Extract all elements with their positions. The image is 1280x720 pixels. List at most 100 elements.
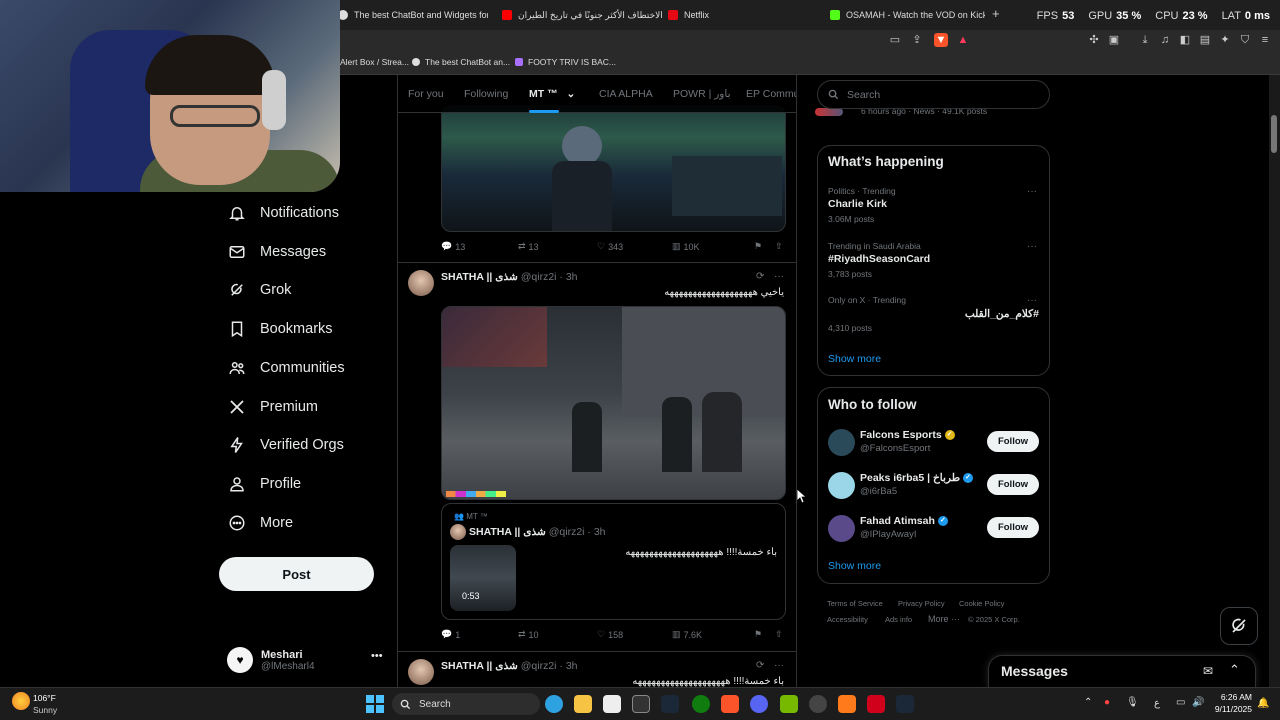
compose-message-icon[interactable]: ✉ — [1203, 664, 1213, 678]
menu-icon[interactable]: ≡ — [1258, 33, 1272, 47]
footer-ads-link[interactable]: Ads info — [885, 615, 912, 624]
new-tab-button[interactable]: + — [992, 6, 1000, 21]
share-icon[interactable]: ⇪ — [910, 33, 924, 47]
browser-tab-chatbot[interactable]: The best ChatBot and Widgets for Ki — [338, 4, 488, 26]
sun-icon[interactable] — [12, 692, 30, 710]
nav-profile[interactable]: Profile — [228, 472, 301, 496]
sidebar-icon[interactable]: ◧ — [1178, 33, 1192, 47]
clock-date[interactable]: 9/11/2025 — [1210, 704, 1252, 714]
avatar[interactable] — [408, 270, 434, 296]
quoted-video-thumbnail[interactable]: 0:53 — [450, 545, 516, 611]
nav-more[interactable]: More — [228, 511, 293, 535]
discord-icon[interactable] — [750, 695, 768, 713]
nav-grok[interactable]: Grok — [228, 278, 291, 302]
follow-button[interactable]: Follow — [987, 474, 1039, 495]
ai-sparkle-icon[interactable]: ✦ — [1218, 33, 1232, 47]
media-icon[interactable]: ♫ — [1158, 33, 1172, 47]
app-icon[interactable] — [867, 695, 885, 713]
show-more-follow-link[interactable]: Show more — [828, 560, 881, 572]
footer-more-link[interactable]: More ··· — [928, 614, 960, 624]
avatar[interactable] — [408, 659, 434, 685]
scrollbar-thumb[interactable] — [1271, 115, 1277, 153]
xbox-icon[interactable] — [692, 695, 710, 713]
chevron-up-icon[interactable]: ⌃ — [1084, 697, 1092, 708]
windows-start-icon[interactable] — [366, 695, 384, 713]
footer-privacy-link[interactable]: Privacy Policy — [898, 599, 945, 608]
follow-button[interactable]: Follow — [987, 431, 1039, 452]
store-icon[interactable] — [603, 695, 621, 713]
footer-cookie-link[interactable]: Cookie Policy — [959, 599, 1004, 608]
tab-powr[interactable]: POWR | باور — [673, 88, 731, 100]
more-icon[interactable]: ··· — [1027, 295, 1037, 306]
post-author[interactable]: SHATHA || شذى @qirz2i · 3h — [441, 660, 578, 672]
follow-button[interactable]: Follow — [987, 517, 1039, 538]
views-button[interactable]: ▥ 10K — [672, 241, 700, 252]
cast-icon[interactable]: ▭ — [888, 33, 902, 47]
nvidia-icon[interactable] — [780, 695, 798, 713]
grok-floating-button[interactable] — [1220, 607, 1258, 645]
weather-temp[interactable]: 106°F — [33, 693, 56, 703]
footer-terms-link[interactable]: Terms of Service — [827, 599, 883, 608]
app-icon[interactable] — [838, 695, 856, 713]
tab-for-you[interactable]: For you — [408, 88, 444, 100]
microphone-icon[interactable]: 🎙 — [1126, 697, 1139, 708]
footer-accessibility-link[interactable]: Accessibility — [827, 615, 868, 624]
network-icon[interactable]: ▭ — [1176, 697, 1185, 708]
terminal-icon[interactable] — [632, 695, 650, 713]
tab-manager-icon[interactable]: ▣ — [1107, 33, 1121, 47]
file-explorer-icon[interactable] — [574, 695, 592, 713]
reply-button[interactable]: 💬 13 — [441, 241, 465, 252]
brave-rewards-icon[interactable]: ▲ — [956, 33, 970, 47]
post-media-video[interactable] — [441, 306, 786, 500]
steam-icon[interactable] — [661, 695, 679, 713]
bookmark-alert-box[interactable]: Alert Box / Strea... — [340, 57, 409, 67]
browser-tab-kick[interactable]: OSAMAH - Watch the VOD on Kick — [830, 4, 985, 26]
volume-icon[interactable]: 🔊 — [1192, 697, 1204, 708]
nav-verified-orgs[interactable]: Verified Orgs — [228, 433, 344, 457]
notification-bell-icon[interactable]: 🔔 — [1257, 698, 1269, 709]
tab-cia-alpha[interactable]: CIA ALPHA — [599, 88, 653, 100]
tray-app-icon[interactable]: ● — [1104, 697, 1110, 708]
clock-time[interactable]: 6:26 AM — [1214, 692, 1252, 702]
tab-following[interactable]: Following — [464, 88, 508, 100]
post-author[interactable]: SHATHA || شذى @qirz2i · 3h — [441, 271, 578, 283]
download-icon[interactable]: ⤓ — [1138, 33, 1152, 47]
bookmark-chatbot[interactable]: The best ChatBot an... — [412, 57, 510, 67]
post-media-video[interactable] — [441, 105, 786, 232]
obs-icon[interactable] — [809, 695, 827, 713]
more-icon[interactable]: ··· — [1027, 186, 1037, 197]
bookmark-footy-triv[interactable]: FOOTY TRIV IS BAC... — [515, 57, 616, 67]
repost-button[interactable]: ⇄ 10 — [518, 629, 539, 640]
views-button[interactable]: ▥ 7.6K — [672, 629, 702, 640]
wallet-icon[interactable]: ▤ — [1198, 33, 1212, 47]
nav-communities[interactable]: Communities — [228, 356, 345, 380]
grok-icon[interactable]: ⟳ — [756, 660, 764, 671]
nav-premium[interactable]: Premium — [228, 395, 318, 419]
browser-tab-youtube[interactable]: الاختطاف الأكثر جنونًا في تاريخ الطيران — [502, 4, 662, 26]
browser-tab-netflix[interactable]: Netflix — [668, 4, 818, 26]
reply-button[interactable]: 💬 1 — [441, 629, 460, 640]
account-switcher[interactable]: ♥ Meshari @lMesharl4 ••• — [227, 644, 387, 676]
collapse-icon[interactable]: ⌃ — [1229, 662, 1240, 678]
nav-bookmarks[interactable]: Bookmarks — [228, 317, 333, 341]
more-icon[interactable]: ··· — [774, 660, 784, 671]
extensions-icon[interactable]: ✣ — [1087, 33, 1101, 47]
like-button[interactable]: ♡ 343 — [597, 241, 623, 252]
quoted-post[interactable]: 👥 MT ™ SHATHA || شذى @qirz2i · 3h باء خم… — [441, 503, 786, 620]
brave-shield-icon[interactable]: ▼ — [934, 33, 948, 47]
tab-ep-community[interactable]: EP Commu — [746, 88, 796, 100]
show-more-trends-link[interactable]: Show more — [828, 353, 881, 365]
bookmark-icon[interactable]: ⚑ — [754, 629, 762, 640]
vpn-icon[interactable]: ⛉ — [1238, 33, 1252, 47]
repost-button[interactable]: ⇄ 13 — [518, 241, 539, 252]
messages-drawer[interactable]: Messages ✉ ⌃ — [988, 655, 1256, 687]
post-button[interactable]: Post — [219, 557, 374, 591]
edge-icon[interactable] — [545, 695, 563, 713]
steam-icon[interactable] — [896, 695, 914, 713]
more-icon[interactable]: ··· — [774, 271, 784, 282]
bookmark-icon[interactable]: ⚑ — [754, 241, 762, 252]
nav-messages[interactable]: Messages — [228, 240, 326, 264]
language-indicator[interactable]: ع — [1154, 698, 1160, 709]
nav-notifications[interactable]: Notifications — [228, 201, 339, 225]
share-icon[interactable]: ⇧ — [775, 629, 783, 640]
